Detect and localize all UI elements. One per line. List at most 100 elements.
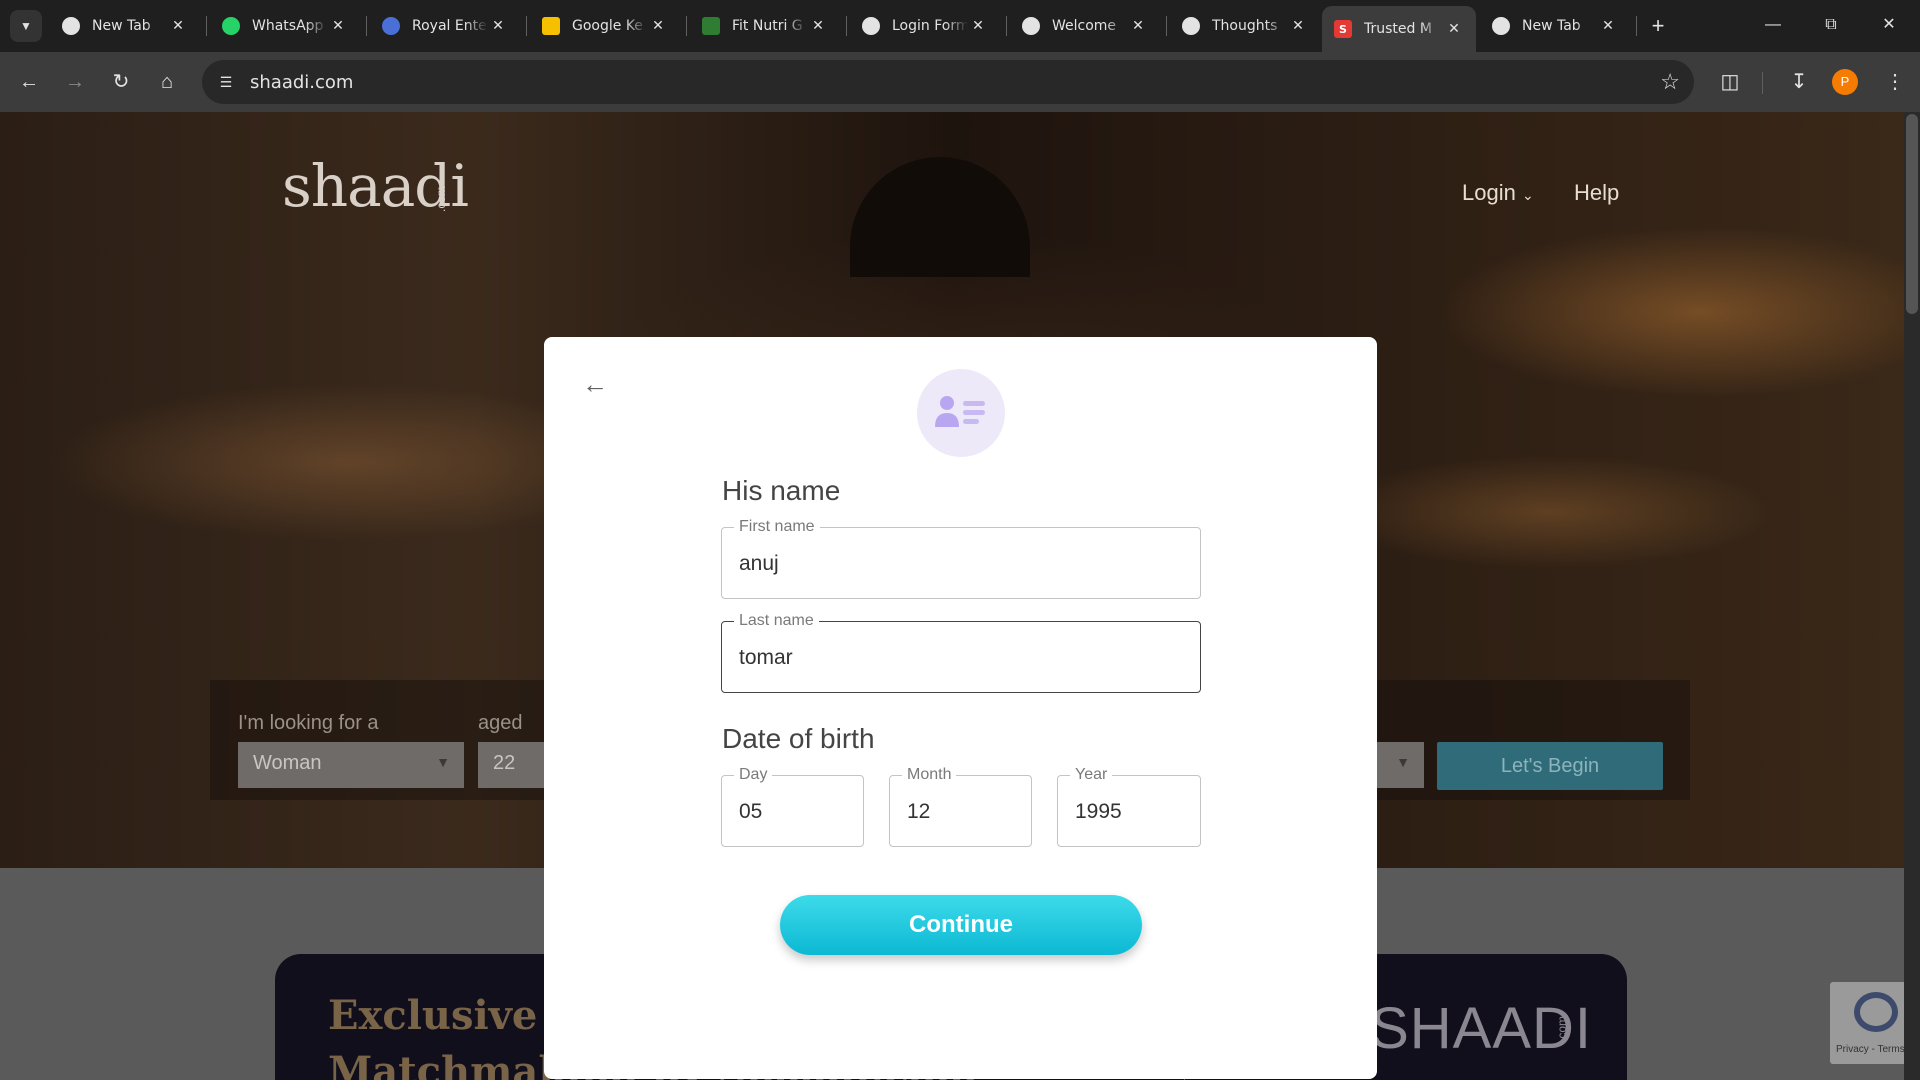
vipshaadi-logo-suffix: .com — [1555, 1015, 1569, 1042]
globe-icon — [1022, 17, 1040, 35]
close-icon[interactable]: ✕ — [168, 18, 188, 34]
tab-title: Thoughts — [1212, 18, 1278, 34]
shaadi-logo-suffix: .com — [434, 185, 448, 212]
restore-button[interactable]: ⧉ — [1808, 10, 1854, 40]
last-name-label: Last name — [734, 612, 819, 630]
continue-button[interactable]: Continue — [780, 895, 1142, 955]
tab-search-button[interactable]: ▼ — [10, 10, 42, 42]
close-icon[interactable]: ✕ — [808, 18, 828, 34]
tab-separator — [1006, 16, 1007, 36]
chevron-down-icon: ▼ — [20, 19, 32, 33]
close-icon[interactable]: ✕ — [328, 18, 348, 34]
tab-separator — [206, 16, 207, 36]
month-field[interactable]: Month — [889, 766, 1032, 847]
forward-arrow-icon[interactable]: → — [60, 67, 90, 97]
tab-title: New Tab — [92, 18, 151, 34]
day-label: Day — [734, 766, 773, 784]
back-arrow-icon[interactable]: ← — [14, 67, 44, 97]
keep-icon — [542, 17, 560, 35]
caret-down-icon: ▼ — [1396, 754, 1410, 770]
day-input[interactable] — [739, 798, 846, 826]
page-viewport: shaadi .com Login ⌄ Help I'm looking for… — [0, 112, 1920, 1080]
close-icon[interactable]: ✕ — [968, 18, 988, 34]
tab-title: Google Ke — [572, 18, 643, 34]
looking-for-label: I'm looking for a — [238, 712, 379, 734]
age-from-select[interactable]: 22 — [478, 742, 548, 788]
address-bar[interactable]: ☰ shaadi.com ☆ — [202, 60, 1694, 104]
chrome-icon — [62, 17, 80, 35]
download-icon[interactable]: ↧ — [1784, 67, 1814, 97]
extensions-icon[interactable]: ◫ — [1715, 67, 1745, 97]
tab-active[interactable]: S Trusted M ✕ — [1322, 6, 1476, 52]
tab[interactable]: New Tab ✕ — [1480, 6, 1630, 46]
religion-select[interactable]: ▼ — [1370, 742, 1424, 788]
year-input[interactable] — [1075, 798, 1183, 826]
nav-help-link[interactable]: Help — [1574, 180, 1619, 206]
tab-title: Trusted M — [1364, 21, 1432, 37]
tab-title: New Tab — [1522, 18, 1581, 34]
nav-login-link[interactable]: Login ⌄ — [1462, 180, 1534, 206]
tab-separator — [1166, 16, 1167, 36]
day-field[interactable]: Day — [721, 766, 864, 847]
registration-modal: ← His name First name Last name Date of … — [544, 337, 1377, 1079]
year-field[interactable]: Year — [1057, 766, 1201, 847]
name-section-title: His name — [722, 475, 841, 506]
close-icon[interactable]: ✕ — [1598, 18, 1618, 34]
tab-title: Login Form — [892, 18, 968, 34]
tab-title: Royal Ente — [412, 18, 487, 34]
recaptcha-icon — [1854, 992, 1898, 1032]
close-window-button[interactable]: ✕ — [1866, 10, 1912, 40]
first-name-label: First name — [734, 518, 820, 536]
site-info-icon[interactable]: ☰ — [214, 70, 238, 94]
lets-begin-button[interactable]: Let's Begin — [1437, 742, 1663, 790]
tab[interactable]: Google Ke ✕ — [530, 6, 680, 46]
dob-section-title: Date of birth — [722, 723, 875, 754]
tab[interactable]: Login Form ✕ — [850, 6, 1000, 46]
tab[interactable]: Royal Ente ✕ — [370, 6, 520, 46]
last-name-input[interactable] — [739, 644, 1183, 672]
url-text[interactable]: shaadi.com — [250, 72, 353, 93]
tab-separator — [526, 16, 527, 36]
age-from-value: 22 — [493, 752, 516, 774]
aged-label: aged — [478, 712, 523, 734]
looking-for-select[interactable]: Woman ▼ — [238, 742, 464, 788]
close-icon[interactable]: ✕ — [1128, 18, 1148, 34]
chrome-icon — [1492, 17, 1510, 35]
tab[interactable]: New Tab ✕ — [50, 6, 200, 46]
year-label: Year — [1070, 766, 1113, 784]
first-name-input[interactable] — [739, 550, 1183, 578]
month-input[interactable] — [907, 798, 1014, 826]
tab[interactable]: Thoughts ✕ — [1170, 6, 1320, 46]
scrollbar-thumb[interactable] — [1906, 114, 1918, 314]
close-icon[interactable]: ✕ — [488, 18, 508, 34]
profile-avatar[interactable]: P — [1832, 69, 1858, 95]
close-icon[interactable]: ✕ — [1444, 21, 1464, 37]
back-arrow-icon[interactable]: ← — [580, 369, 610, 399]
last-name-field[interactable]: Last name — [721, 612, 1201, 693]
tab-separator — [1636, 16, 1637, 36]
tab-separator — [846, 16, 847, 36]
close-icon[interactable]: ✕ — [1288, 18, 1308, 34]
close-icon[interactable]: ✕ — [648, 18, 668, 34]
home-icon[interactable]: ⌂ — [152, 67, 182, 97]
openai-icon — [1182, 17, 1200, 35]
shaadi-icon: S — [1334, 20, 1352, 38]
tab-strip: ▼ New Tab ✕ WhatsApp ✕ Royal Ente ✕ Goog… — [0, 0, 1920, 52]
whatsapp-icon — [222, 17, 240, 35]
first-name-field[interactable]: First name — [721, 518, 1201, 599]
tab[interactable]: WhatsApp ✕ — [210, 6, 360, 46]
tab[interactable]: Welcome ✕ — [1010, 6, 1160, 46]
tab-separator — [686, 16, 687, 36]
tab[interactable]: Fit Nutri G ✕ — [690, 6, 840, 46]
minimize-button[interactable]: — — [1750, 10, 1796, 40]
bookmark-star-icon[interactable]: ☆ — [1660, 69, 1680, 95]
menu-icon[interactable]: ⋮ — [1880, 67, 1910, 97]
tab-separator — [366, 16, 367, 36]
browser-toolbar: ← → ↻ ⌂ ☰ shaadi.com ☆ ◫ ↧ P ⋮ — [0, 52, 1920, 112]
profile-card-icon — [917, 369, 1005, 457]
new-tab-button[interactable]: + — [1644, 12, 1672, 40]
recaptcha-terms[interactable]: Privacy - Terms — [1836, 1044, 1905, 1055]
looking-for-value: Woman — [253, 752, 322, 774]
reload-icon[interactable]: ↻ — [106, 67, 136, 97]
royal-icon — [382, 17, 400, 35]
